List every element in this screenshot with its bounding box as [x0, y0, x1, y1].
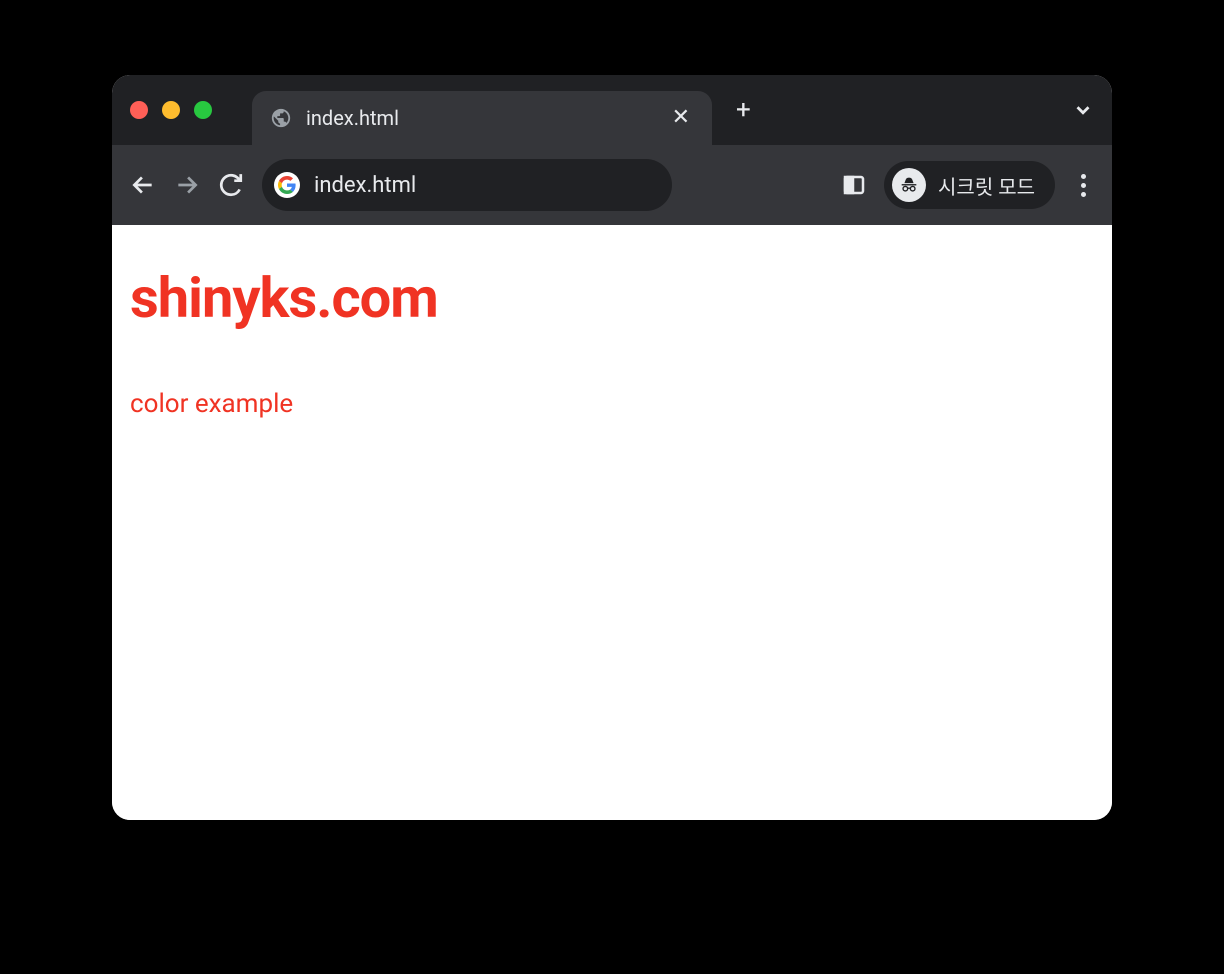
new-tab-button[interactable]: +	[736, 97, 751, 123]
close-window-button[interactable]	[130, 101, 148, 119]
page-body-text: color example	[130, 389, 1094, 419]
title-bar-right	[1072, 99, 1094, 121]
window-controls	[130, 101, 212, 119]
toolbar: index.html 시크릿 모드	[112, 145, 1112, 225]
page-heading: shinyks.com	[130, 265, 1094, 331]
maximize-window-button[interactable]	[194, 101, 212, 119]
close-tab-button[interactable]: ✕	[668, 103, 694, 133]
globe-icon	[270, 107, 292, 129]
incognito-label: 시크릿 모드	[938, 171, 1035, 200]
address-input[interactable]: index.html	[314, 173, 662, 198]
page-content: shinyks.com color example	[112, 225, 1112, 820]
incognito-badge[interactable]: 시크릿 모드	[884, 161, 1055, 209]
side-panel-icon[interactable]	[842, 173, 866, 197]
incognito-icon	[892, 168, 926, 202]
chevron-down-icon[interactable]	[1072, 99, 1094, 121]
minimize-window-button[interactable]	[162, 101, 180, 119]
menu-button[interactable]	[1073, 166, 1094, 205]
reload-button[interactable]	[218, 172, 244, 198]
browser-tab[interactable]: index.html ✕	[252, 91, 712, 145]
tab-title: index.html	[306, 106, 654, 130]
address-bar[interactable]: index.html	[262, 159, 672, 211]
back-button[interactable]	[130, 172, 156, 198]
toolbar-right: 시크릿 모드	[842, 161, 1094, 209]
title-bar: index.html ✕ +	[112, 75, 1112, 145]
google-icon	[274, 172, 300, 198]
browser-window: index.html ✕ +	[112, 75, 1112, 820]
forward-button[interactable]	[174, 172, 200, 198]
